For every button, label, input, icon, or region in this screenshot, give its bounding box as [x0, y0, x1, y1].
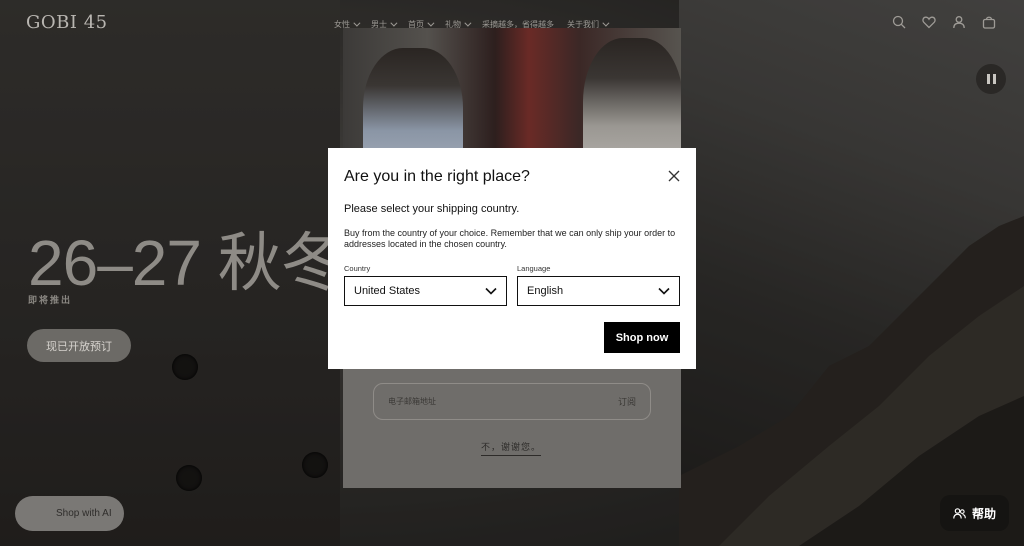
user-icon[interactable] [952, 15, 966, 29]
subscribe-button[interactable]: 订阅 [618, 395, 636, 408]
chevron-down-icon [658, 287, 670, 295]
help-label: 帮助 [971, 506, 996, 521]
chevron-down-icon [353, 19, 361, 27]
language-label: Language [517, 264, 551, 273]
email-placeholder: 电子邮箱地址 [388, 397, 436, 406]
heart-icon[interactable] [922, 15, 936, 29]
preorder-button[interactable]: 现已开放预订 [27, 329, 131, 362]
newsletter-email-field[interactable]: 电子邮箱地址 订阅 [373, 383, 651, 420]
country-value: United States [354, 285, 421, 297]
language-value: English [527, 285, 564, 297]
ai-button-label: Shop with AI [56, 508, 112, 519]
chevron-down-icon [390, 19, 398, 27]
modal-description: Buy from the country of your choice. Rem… [344, 228, 676, 249]
chevron-down-icon [427, 19, 435, 27]
pause-icon-bar [992, 74, 996, 84]
video-pause-button[interactable] [976, 64, 1006, 94]
hero-title: 26–27 秋冬 [28, 227, 345, 299]
hero-subtitle: 即将推出 [28, 295, 73, 305]
header-actions [892, 15, 996, 29]
pause-icon [986, 74, 990, 84]
decline-link[interactable]: 不，谢谢您。 [481, 440, 542, 456]
language-select[interactable]: English [517, 276, 680, 306]
chevron-down-icon [485, 287, 497, 295]
chevron-down-icon [602, 19, 610, 27]
bag-icon[interactable] [982, 15, 996, 29]
country-label: Country [344, 264, 371, 273]
modal-subtitle: Please select your shipping country. [344, 203, 520, 215]
chevron-down-icon [464, 19, 472, 27]
search-icon[interactable] [892, 15, 906, 29]
brand-logo[interactable]: GOBI 45 [26, 12, 108, 33]
people-icon [953, 507, 966, 519]
modal-title: Are you in the right place? [344, 168, 530, 185]
country-select[interactable]: United States [344, 276, 507, 306]
shop-now-button[interactable]: Shop now [604, 322, 680, 353]
close-icon[interactable] [667, 169, 681, 183]
help-button[interactable]: 帮助 [940, 495, 1009, 531]
country-select-modal: Are you in the right place? Please selec… [328, 148, 696, 369]
shop-with-ai-button[interactable]: Shop with AI [15, 496, 124, 531]
